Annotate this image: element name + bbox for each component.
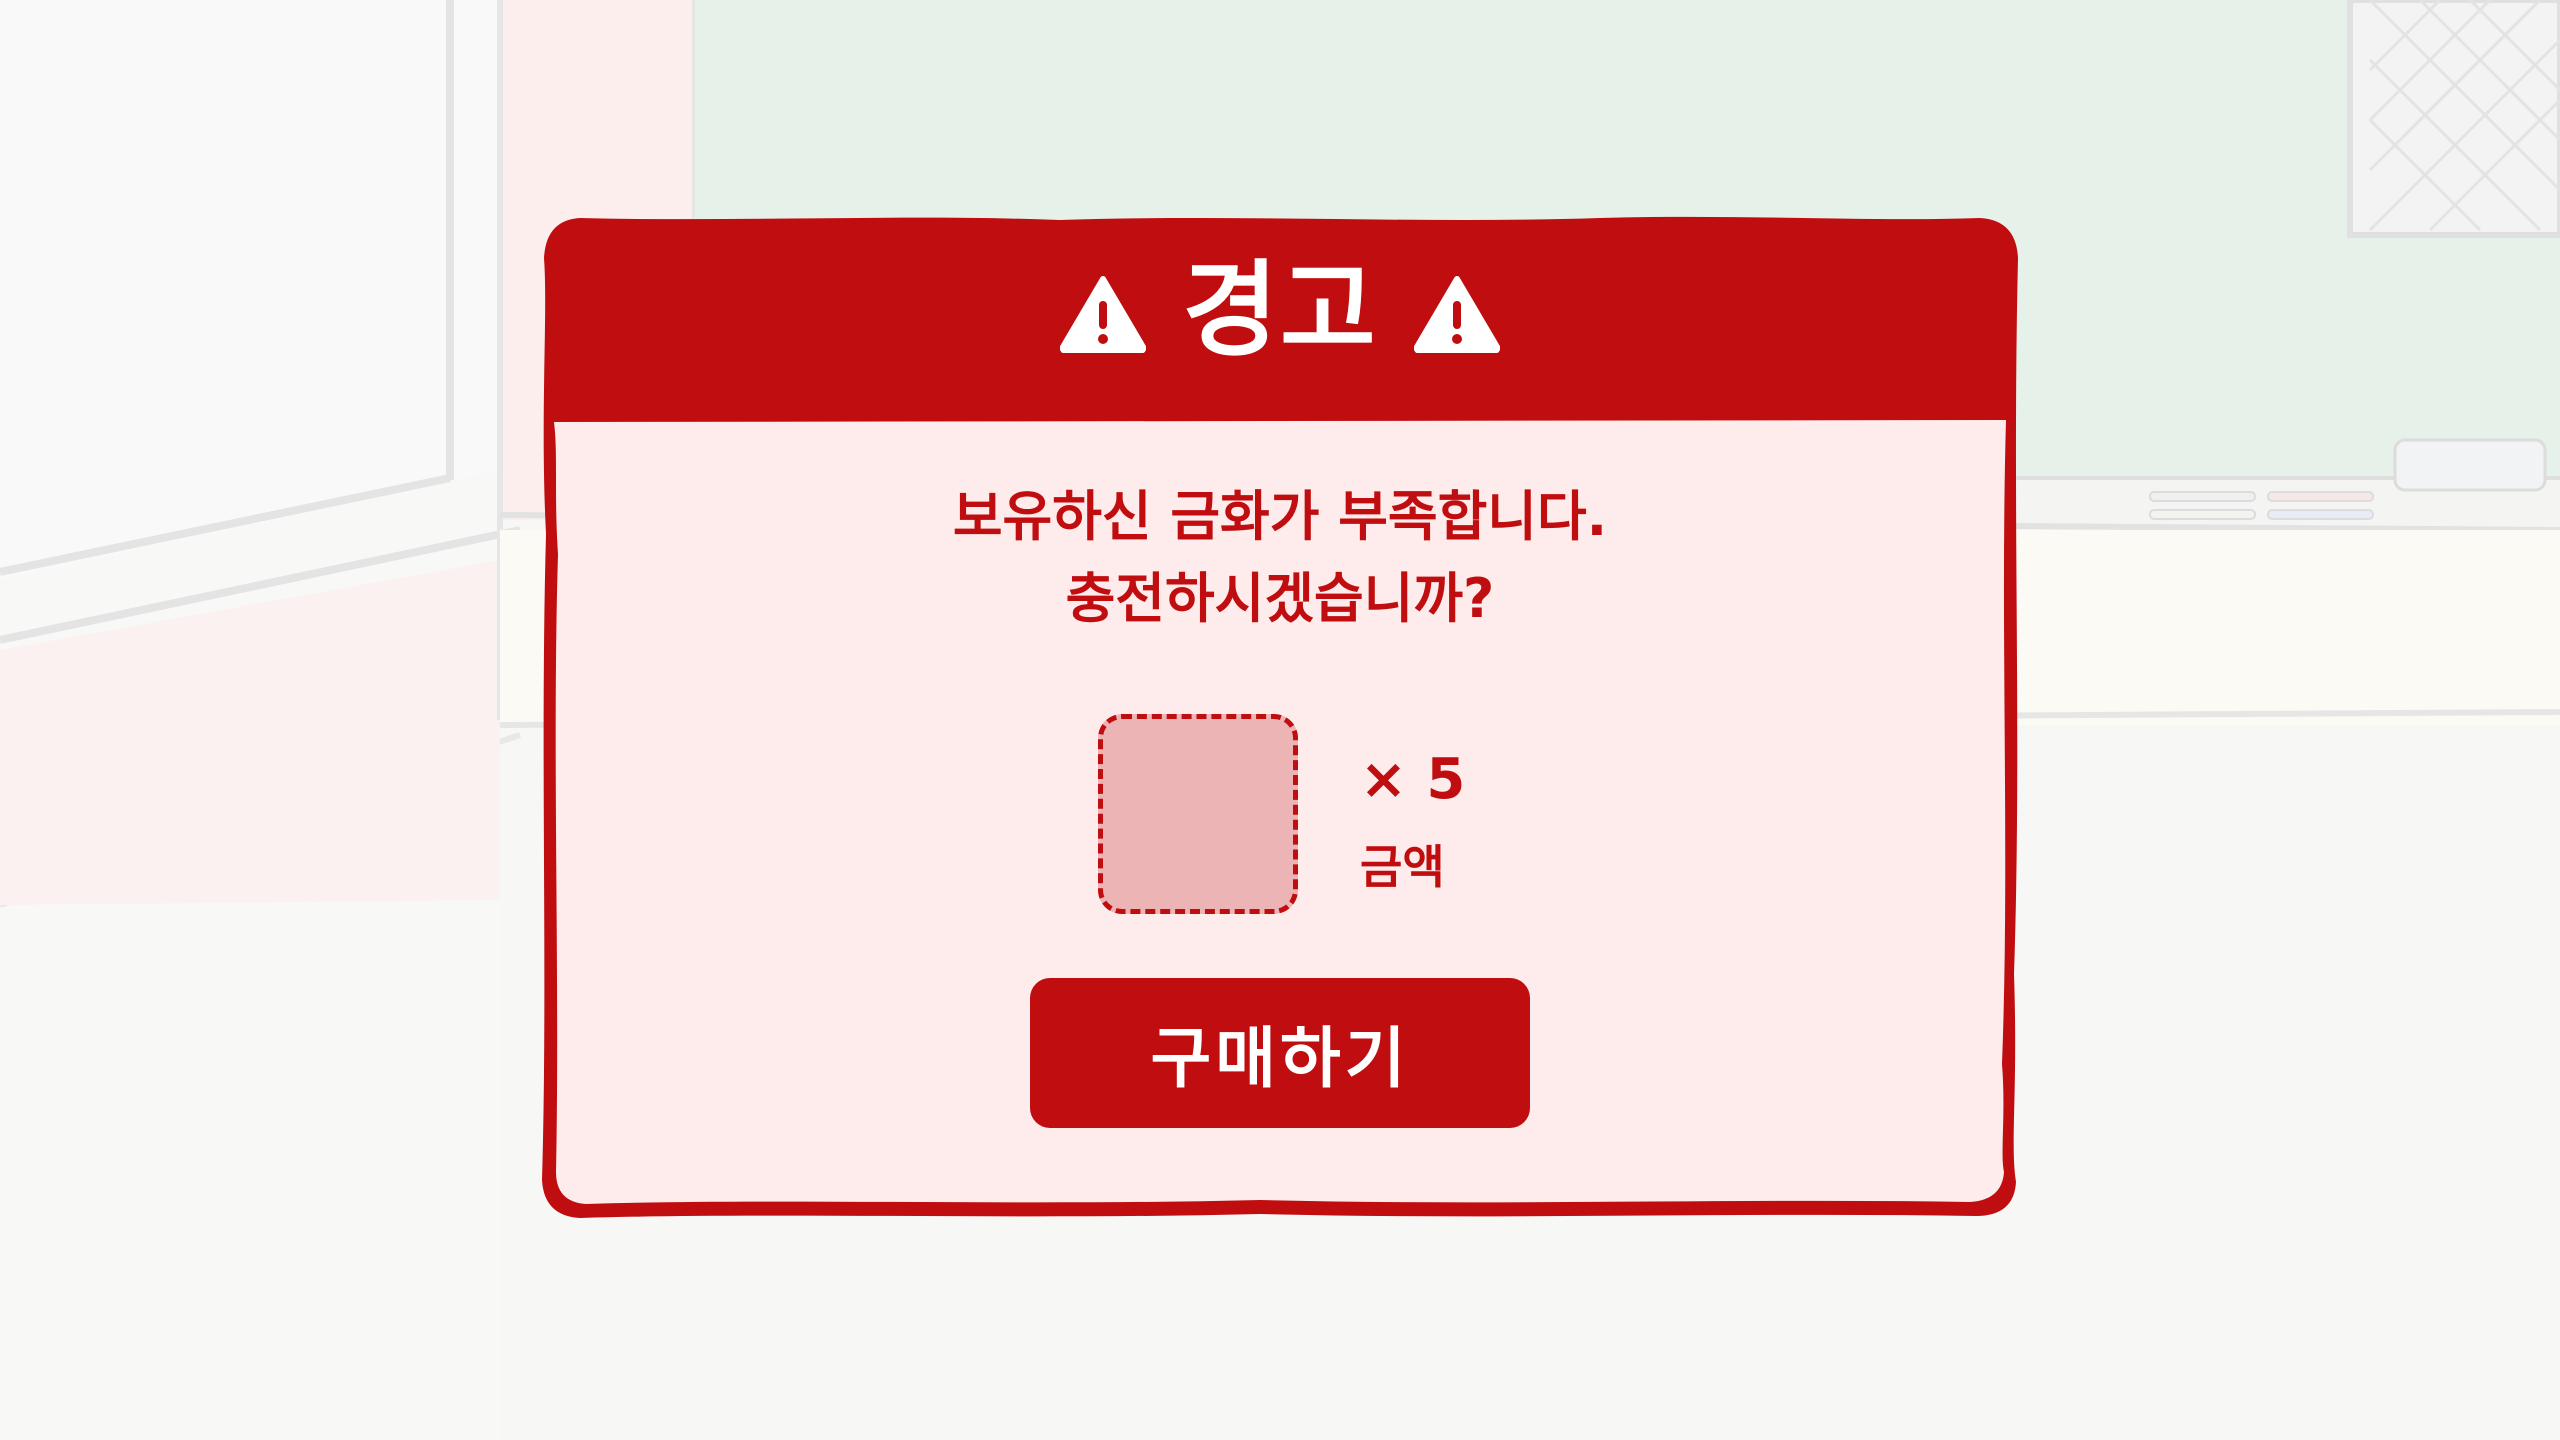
coin-placeholder-icon [1098,714,1298,914]
warning-icon [1413,276,1500,353]
message-line-1: 보유하신 금화가 부족합니다. [952,485,1608,548]
warning-dialog: 경고 보유하신 금화가 부족합니다. 충전하시겠습니까? × 5 금액 구매하기 [540,214,2020,1220]
cost-label: 금액 [1360,840,1445,894]
dialog-header: 경고 [540,214,2020,414]
warning-icon [1060,276,1147,353]
cost-row: × 5 금액 [1098,714,1518,914]
message-line-2: 충전하시겠습니까? [1065,567,1495,630]
dialog-title: 경고 [1182,249,1378,371]
dialog-message: 보유하신 금화가 부족합니다. 충전하시겠습니까? [540,476,2020,640]
buy-button[interactable]: 구매하기 [1030,978,1530,1128]
cost-quantity: × 5 [1360,747,1466,812]
